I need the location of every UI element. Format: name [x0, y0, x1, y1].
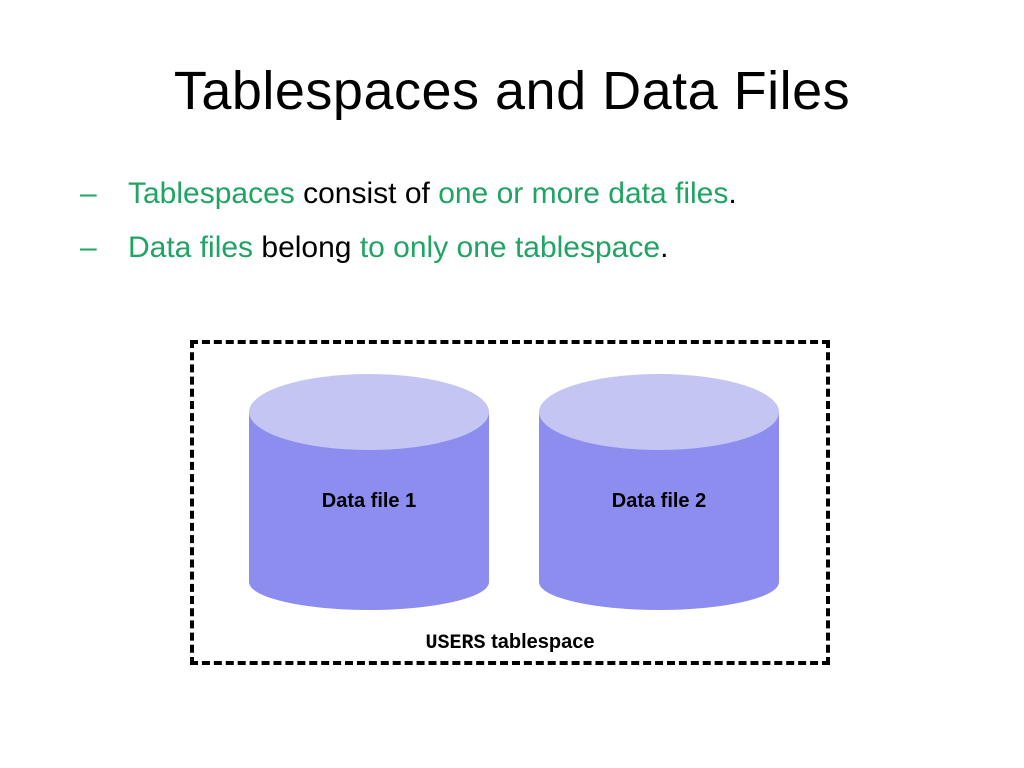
bullet-item-1: Tablespaces consist of one or more data … [80, 170, 964, 218]
cylinder-bottom [249, 554, 489, 610]
bullet1-text-1: consist of [295, 177, 438, 210]
cylinder-bottom [539, 554, 779, 610]
bullet1-highlight-1: Tablespaces [128, 177, 295, 210]
bullet2-text-1: belong [253, 231, 360, 264]
bullet2-highlight-2: to only one tablespace [360, 231, 660, 264]
tablespace-box: Data file 1 Data file 2 USERS tablespace [190, 340, 830, 665]
bullet2-highlight-1: Data files [128, 231, 253, 264]
bullet2-text-2: . [660, 231, 668, 264]
slide-title: Tablespaces and Data Files [60, 60, 964, 122]
bullet1-highlight-2: one or more data files [438, 177, 728, 210]
cylinder-body: Data file 2 [539, 412, 779, 582]
cylinder-data-file-2: Data file 2 [539, 374, 779, 582]
slide: Tablespaces and Data Files Tablespaces c… [0, 0, 1024, 768]
bullet1-text-2: . [728, 177, 736, 210]
bullet-item-2: Data files belong to only one tablespace… [80, 224, 964, 272]
cylinder-data-file-1: Data file 1 [249, 374, 489, 582]
bullet-list: Tablespaces consist of one or more data … [60, 170, 964, 272]
cylinder-body: Data file 1 [249, 412, 489, 582]
cylinder-label-2: Data file 2 [539, 490, 779, 513]
cylinder-top [539, 374, 779, 450]
tablespace-word: tablespace [486, 631, 595, 653]
cylinder-top [249, 374, 489, 450]
tablespace-name: USERS [426, 632, 486, 655]
tablespace-label: USERS tablespace [194, 631, 826, 655]
cylinder-label-1: Data file 1 [249, 490, 489, 513]
